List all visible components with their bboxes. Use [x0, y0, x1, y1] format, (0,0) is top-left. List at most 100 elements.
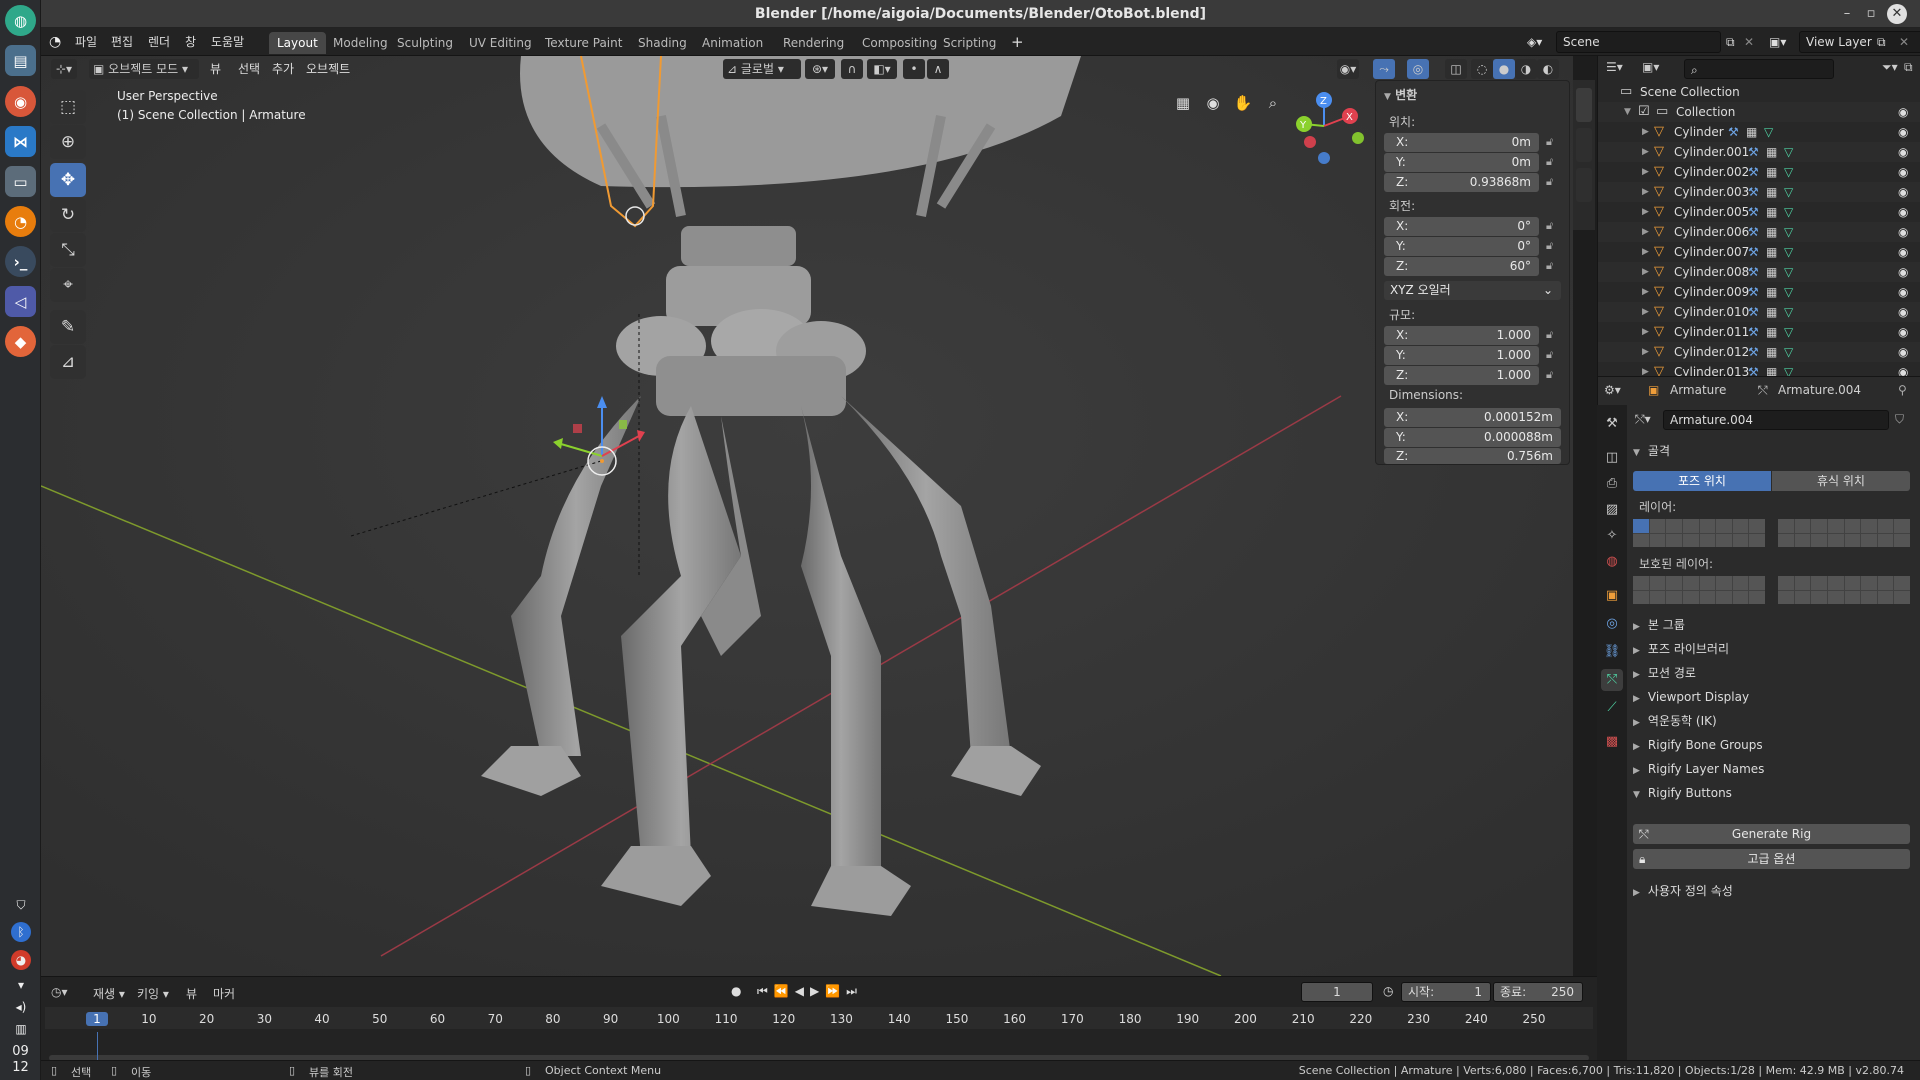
panel-rigify-layer-names[interactable]: ▶ Rigify Layer Names [1633, 758, 1914, 780]
eye-icon[interactable]: ◉ [1898, 222, 1908, 242]
vertex-groups-icon[interactable]: ▦ [1766, 182, 1777, 202]
expand-icon[interactable]: ▶ [1642, 302, 1649, 322]
transform-icon[interactable]: ⌖ [50, 268, 86, 302]
expand-icon[interactable]: ▶ [1642, 122, 1649, 142]
cursor-icon[interactable]: ⊕ [50, 125, 86, 159]
outliner-row[interactable]: ▶ ▽ Cylinder.003 ⚒ ▦ ▽ ◉ [1598, 182, 1920, 202]
rendered-shading-icon[interactable]: ◐ [1537, 59, 1559, 79]
eye-icon[interactable]: ◉ [1898, 122, 1908, 142]
outliner-row[interactable]: ▶ ▽ Cylinder.012 ⚒ ▦ ▽ ◉ [1598, 342, 1920, 362]
tab-uv-editing[interactable]: UV Editing [461, 32, 540, 54]
scene-tab-icon[interactable]: ✧ [1601, 525, 1623, 547]
view-layer-icon[interactable]: ▣▾ [1769, 32, 1786, 52]
dimensions-x-field[interactable]: X: 0.000152m [1384, 408, 1561, 427]
advanced-options-button[interactable]: 🔒︎ 고급 옵션 [1633, 849, 1910, 869]
scene-icon[interactable]: ◈▾ [1527, 32, 1542, 52]
mesh-data-icon[interactable]: ▽ [1784, 202, 1793, 222]
lock-icon[interactable]: 🔓︎ [1546, 259, 1560, 273]
eye-icon[interactable]: ◉ [1898, 322, 1908, 342]
lock-icon[interactable]: 🔓︎ [1546, 328, 1560, 342]
scale-z-field[interactable]: Z: 1.000 [1384, 366, 1539, 385]
orientation-dropdown[interactable]: ⊿ 글로벌 ▾ [723, 59, 801, 79]
modifier-icon[interactable]: ⚒ [1748, 202, 1759, 222]
solid-shading-icon[interactable]: ● [1493, 59, 1515, 79]
expand-icon[interactable]: ▶ [1642, 242, 1649, 262]
output-tab-icon[interactable]: ⎙ [1601, 473, 1623, 495]
scale-icon[interactable]: ⤡ [50, 233, 86, 267]
eye-icon[interactable]: ◉ [1898, 302, 1908, 322]
panel-viewport-display[interactable]: ▶ Viewport Display [1633, 686, 1914, 708]
rotation-y-field[interactable]: Y: 0° [1384, 237, 1539, 256]
outliner-row[interactable]: ▶ ▽ Cylinder.007 ⚒ ▦ ▽ ◉ [1598, 242, 1920, 262]
eye-icon[interactable]: ◉ [1898, 202, 1908, 222]
checkbox-icon[interactable]: ☑ [1638, 102, 1650, 122]
expand-icon[interactable]: ▶ [1642, 342, 1649, 362]
view-layer-tab-icon[interactable]: ▨ [1601, 499, 1623, 521]
lock-icon[interactable]: 🔓︎ [1546, 239, 1560, 253]
gitlab-icon[interactable]: ◆ [5, 326, 36, 357]
panel-rigify-bone-groups[interactable]: ▶ Rigify Bone Groups [1633, 734, 1914, 756]
navigation-gizmo[interactable]: Z X Y [1290, 86, 1370, 176]
annotate-icon[interactable]: ✎ [50, 310, 86, 344]
menu-timeline-view[interactable]: 뷰 [186, 985, 197, 1002]
3d-viewport[interactable] [41, 56, 1573, 976]
pose-position-button[interactable]: 포즈 위치 [1633, 471, 1771, 491]
menu-help[interactable]: 도움말 [211, 32, 244, 52]
tab-shading[interactable]: Shading [630, 32, 695, 54]
eye-icon[interactable]: ◉ [1898, 162, 1908, 182]
expand-icon[interactable]: ▶ [1642, 142, 1649, 162]
volume-icon[interactable]: ◂) [11, 997, 31, 1017]
tab-modeling[interactable]: Modeling [325, 32, 396, 54]
xray-icon[interactable]: ◫ [1445, 59, 1467, 79]
expand-icon[interactable]: ▶ [1642, 222, 1649, 242]
rest-position-button[interactable]: 휴식 위치 [1772, 471, 1910, 491]
expand-icon[interactable]: ▶ [1642, 182, 1649, 202]
material-shading-icon[interactable]: ◑ [1515, 59, 1537, 79]
ortho-toggle-icon[interactable]: ▦ [1170, 90, 1196, 116]
modifier-icon[interactable]: ⚒ [1748, 322, 1759, 342]
remove-view-layer-icon[interactable]: ✕ [1899, 32, 1909, 52]
world-tab-icon[interactable]: ◍ [1601, 551, 1623, 573]
current-frame-field[interactable]: 1 [1301, 982, 1373, 1002]
physics-tab-icon[interactable]: ◎ [1601, 613, 1623, 635]
filter-icon[interactable]: ⏷▾ [1882, 60, 1898, 75]
files-icon[interactable]: ▤ [5, 45, 36, 76]
remove-scene-icon[interactable]: ✕ [1744, 32, 1754, 52]
bone-tab-icon[interactable]: ⟋ [1601, 697, 1623, 719]
scale-y-field[interactable]: Y: 1.000 [1384, 346, 1539, 365]
modifier-icon[interactable]: ⚒ [1728, 122, 1739, 142]
properties-object-name[interactable]: Armature [1670, 383, 1726, 397]
expand-icon[interactable]: ▶ [1642, 262, 1649, 282]
tab-sculpting[interactable]: Sculpting [389, 32, 461, 54]
lock-icon[interactable]: 🔓︎ [1546, 368, 1560, 382]
terminal-icon[interactable]: ›_ [5, 246, 36, 277]
protected-layers-left[interactable] [1633, 576, 1765, 604]
mesh-data-icon[interactable]: ▽ [1784, 342, 1793, 362]
modifier-icon[interactable]: ⚒ [1748, 242, 1759, 262]
properties-editor-icon[interactable]: ⚙▾ [1604, 383, 1621, 397]
modifier-icon[interactable]: ⚒ [1748, 282, 1759, 302]
eye-icon[interactable]: ◉ [1898, 242, 1908, 262]
menu-marker[interactable]: 마커 [213, 985, 235, 1002]
rotate-icon[interactable]: ↻ [50, 198, 86, 232]
mode-dropdown[interactable]: ▣ 오브젝트 모드 ▾ [89, 59, 199, 79]
menu-render[interactable]: 렌더 [148, 32, 170, 52]
vertex-groups-icon[interactable]: ▦ [1766, 342, 1777, 362]
menu-add[interactable]: 추가 [268, 59, 298, 79]
object-tab-icon[interactable]: ▣ [1601, 585, 1623, 607]
visibility-icon[interactable]: ◉▾ [1337, 59, 1359, 79]
eye-icon[interactable]: ◉ [1898, 262, 1908, 282]
eye-icon[interactable]: ◉ [1898, 182, 1908, 202]
vertex-groups-icon[interactable]: ▦ [1766, 162, 1777, 182]
wireframe-shading-icon[interactable]: ◌ [1471, 59, 1493, 79]
menu-object[interactable]: 오브젝트 [302, 59, 354, 79]
modifier-icon[interactable]: ⚒ [1748, 222, 1759, 242]
eye-icon[interactable]: ◉ [1898, 142, 1908, 162]
outliner-row[interactable]: ▶ ▽ Cylinder.011 ⚒ ▦ ▽ ◉ [1598, 322, 1920, 342]
tool-tab-icon[interactable]: ⚒ [1601, 413, 1623, 435]
constraints-tab-icon[interactable]: ⛓ [1601, 641, 1623, 663]
eye-icon[interactable]: ◉ [1898, 282, 1908, 302]
browser-icon[interactable]: ◉ [5, 86, 36, 117]
vertex-groups-icon[interactable]: ▦ [1766, 322, 1777, 342]
expand-icon[interactable]: ▶ [1642, 322, 1649, 342]
